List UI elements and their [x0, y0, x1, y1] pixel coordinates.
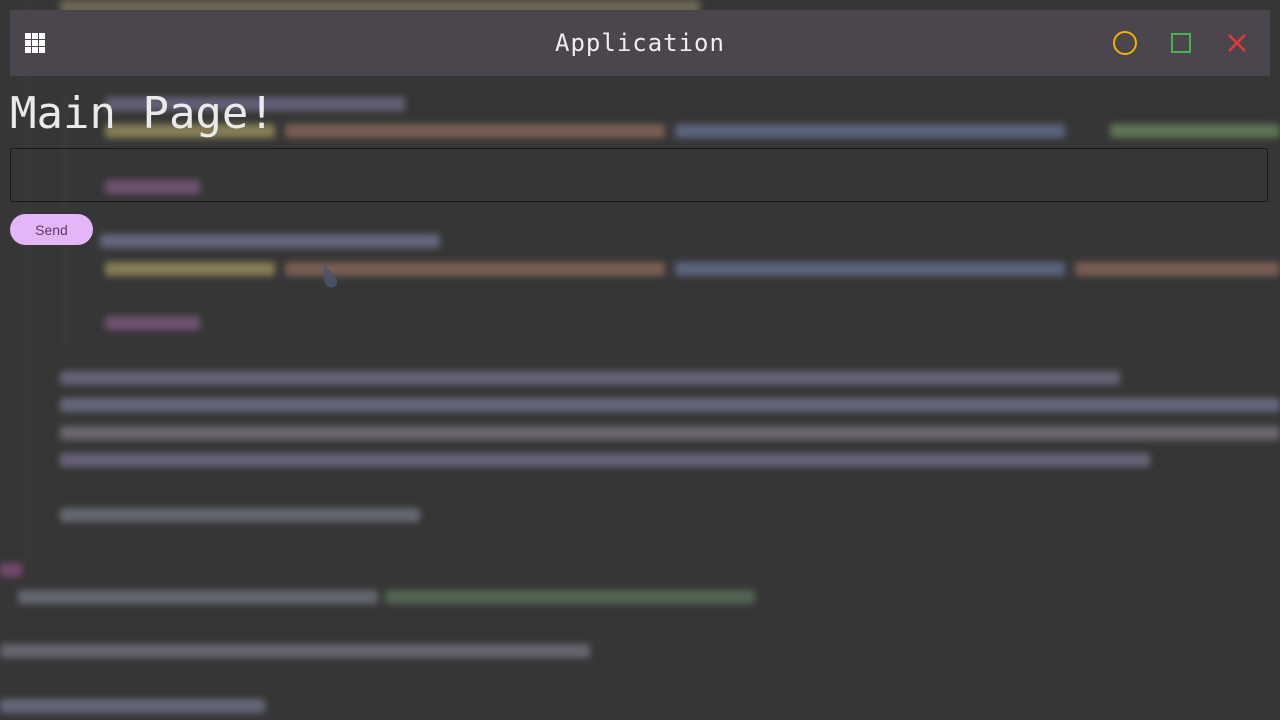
cursor-icon: [323, 264, 338, 288]
send-button[interactable]: Send: [10, 214, 93, 245]
close-icon: [1228, 34, 1246, 52]
minimize-button[interactable]: [1110, 28, 1140, 58]
maximize-button[interactable]: [1166, 28, 1196, 58]
window-title: Application: [555, 29, 725, 57]
message-input-box: [10, 148, 1268, 202]
message-input[interactable]: [11, 149, 1267, 201]
circle-icon: [1113, 31, 1137, 55]
page-heading: Main Page!: [10, 88, 275, 139]
square-icon: [1171, 33, 1191, 53]
close-button[interactable]: [1222, 28, 1252, 58]
